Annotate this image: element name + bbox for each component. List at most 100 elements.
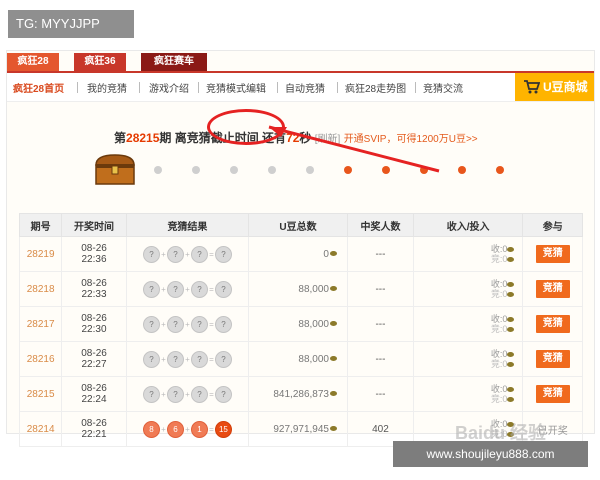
income-value: 收:0: [490, 384, 508, 394]
result-ball: ?: [190, 280, 208, 298]
coin-icon: [507, 387, 515, 393]
invest-value: 竞:0: [490, 289, 508, 299]
guess-button[interactable]: 竞猜: [535, 245, 570, 263]
pool-amount: 927,971,945: [273, 423, 329, 435]
col-pool: U豆总数: [248, 213, 348, 237]
plus-sign: +: [185, 354, 190, 364]
income-value: 收:0: [490, 244, 508, 254]
result-ball: ?: [214, 385, 232, 403]
plus-sign: +: [161, 284, 166, 294]
equals-sign: =: [209, 389, 214, 399]
invest-value: 竞:0: [490, 254, 508, 264]
participate-cell: 竞猜: [522, 306, 583, 342]
result-cell: ? +? +? =?: [125, 341, 250, 377]
draw-clock: 22:36: [81, 254, 107, 265]
draw-clock: 22:27: [81, 359, 107, 370]
coin-icon: [329, 391, 337, 397]
income-value: 收:0: [490, 314, 508, 324]
draw-clock: 22:21: [81, 429, 107, 440]
col-in-out: 收入/投入: [412, 213, 524, 237]
draw-time-cell: 08-26 22:21: [61, 411, 127, 447]
result-ball: ?: [142, 350, 160, 368]
col-result: 竞猜结果: [125, 213, 250, 237]
plus-sign: +: [161, 354, 166, 364]
guess-button[interactable]: 竞猜: [535, 350, 570, 368]
game-page: 疯狂28 疯狂36 疯狂赛车 疯狂28首页 我的竞猜 游戏介绍 竞猜模式编辑 自…: [6, 50, 595, 447]
guess-button[interactable]: 竞猜: [535, 280, 570, 298]
coin-icon: [507, 327, 515, 333]
participate-cell: 竞猜: [522, 236, 583, 272]
in-out-cell: 收:0 竞:0: [412, 306, 524, 342]
result-cell: ? +? +? =?: [125, 376, 250, 412]
draw-clock: 22:33: [81, 289, 107, 300]
equals-sign: =: [209, 354, 214, 364]
winners-cell: ---: [346, 376, 414, 412]
pool-cell: 841,286,873: [248, 376, 348, 412]
result-cell: ? +? +? =?: [125, 306, 250, 342]
draw-date: 08-26: [81, 383, 107, 394]
coin-icon: [329, 356, 337, 362]
issue-cell: 28216: [18, 341, 63, 377]
issue-cell: 28214: [18, 411, 63, 447]
coin-icon: [329, 251, 337, 257]
result-ball: ?: [166, 385, 184, 403]
plus-sign: +: [161, 389, 166, 399]
plus-sign: +: [161, 249, 166, 259]
result-ball: ?: [142, 245, 160, 263]
participate-cell: 竞猜: [522, 271, 583, 307]
result-ball: ?: [190, 315, 208, 333]
coin-icon: [507, 292, 515, 298]
participate-cell: 竞猜: [522, 376, 583, 412]
draw-time-cell: 08-26 22:33: [61, 271, 127, 307]
equals-sign: =: [209, 249, 214, 259]
table-row: 28219 08-26 22:36? +? +? =? 0 --- 收:0 竞:0 竞猜: [18, 236, 583, 272]
result-ball: ?: [190, 245, 208, 263]
equals-sign: =: [209, 284, 214, 294]
coin-icon: [329, 426, 337, 432]
result-ball: 6: [166, 420, 184, 438]
table-header-row: 期号 开奖时间 竞猜结果 U豆总数 中奖人数 收入/投入 参与: [18, 213, 583, 237]
table-row: 28218 08-26 22:33? +? +? =? 88,000 --- 收:0 竞:0 竞猜: [18, 271, 583, 307]
issue-cell: 28218: [18, 271, 63, 307]
result-ball: ?: [190, 385, 208, 403]
draw-clock: 22:24: [81, 394, 107, 405]
draw-time-cell: 08-26 22:36: [61, 236, 127, 272]
col-participate: 参与: [522, 213, 583, 237]
draw-results-table: 期号 开奖时间 竞猜结果 U豆总数 中奖人数 收入/投入 参与 28219 08-…: [18, 213, 583, 447]
guess-button[interactable]: 竞猜: [535, 385, 570, 403]
participate-cell: 竞猜: [522, 341, 583, 377]
plus-sign: +: [185, 319, 190, 329]
result-cell: ? +? +? =?: [125, 236, 250, 272]
result-ball: ?: [214, 245, 232, 263]
issue-cell: 28219: [18, 236, 63, 272]
result-ball: ?: [214, 315, 232, 333]
coin-icon: [507, 317, 515, 323]
plus-sign: +: [185, 284, 190, 294]
plus-sign: +: [185, 424, 190, 434]
coin-icon: [507, 352, 515, 358]
guess-button[interactable]: 竞猜: [535, 315, 570, 333]
income-value: 收:0: [490, 279, 508, 289]
draw-date: 08-26: [81, 348, 107, 359]
equals-sign: =: [209, 424, 214, 434]
issue-cell: 28215: [18, 376, 63, 412]
pool-cell: 927,971,945: [248, 411, 348, 447]
draw-time-cell: 08-26 22:24: [61, 376, 127, 412]
coin-icon: [507, 247, 515, 253]
pool-cell: 0: [248, 236, 348, 272]
draw-time-cell: 08-26 22:30: [61, 306, 127, 342]
draw-clock: 22:30: [81, 324, 107, 335]
result-ball: ?: [142, 315, 160, 333]
result-ball: ?: [190, 350, 208, 368]
draw-date: 08-26: [81, 418, 107, 429]
col-draw-time: 开奖时间: [61, 213, 127, 237]
table-row: 28217 08-26 22:30? +? +? =? 88,000 --- 收:0 竞:0 竞猜: [18, 306, 583, 342]
pool-amount: 0: [323, 248, 329, 260]
pool-cell: 88,000: [248, 306, 348, 342]
coin-icon: [507, 362, 515, 368]
col-issue: 期号: [18, 213, 63, 237]
pool-amount: 88,000: [298, 353, 329, 365]
winners-cell: ---: [346, 306, 414, 342]
plus-sign: +: [161, 424, 166, 434]
coin-icon: [329, 286, 337, 292]
